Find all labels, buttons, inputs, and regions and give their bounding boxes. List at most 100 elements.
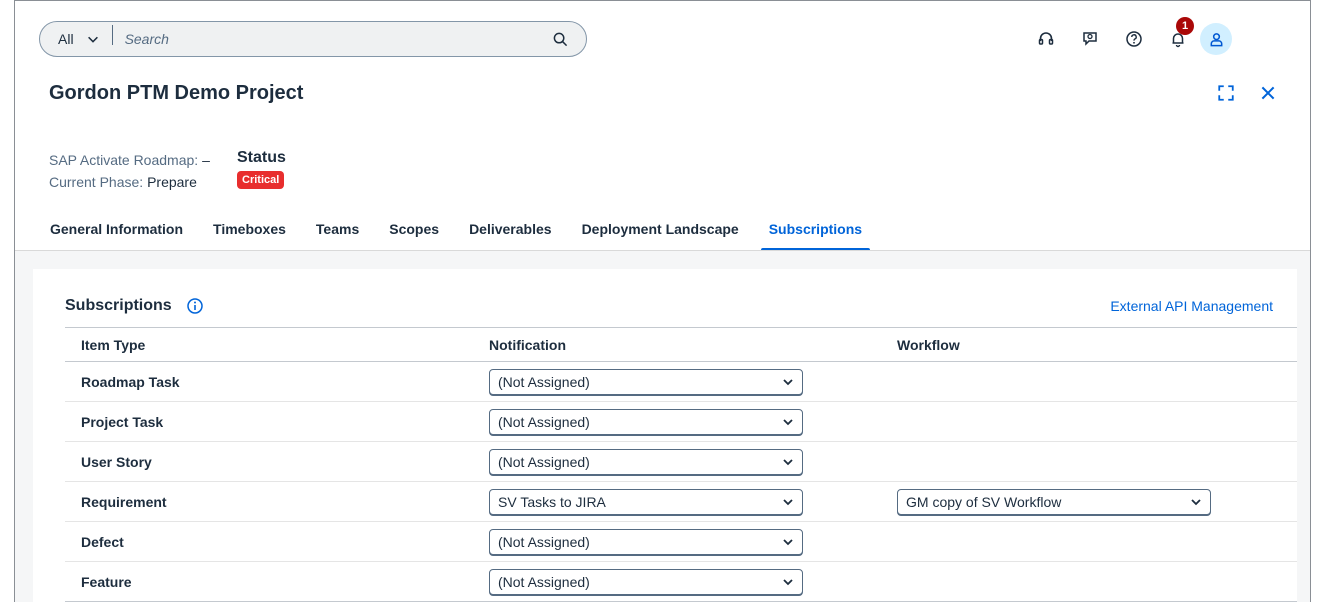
tab-general-information[interactable]: General Information [35, 209, 198, 251]
chevron-down-icon [783, 538, 793, 545]
chevron-down-icon [87, 36, 98, 43]
notification-cell: (Not Assigned) [473, 441, 881, 482]
column-header-item-type: Item Type [65, 327, 473, 362]
tab-deployment-landscape[interactable]: Deployment Landscape [567, 209, 754, 251]
search-scope-label: All [58, 31, 74, 47]
subscriptions-table: Item Type Notification Workflow Roadmap … [65, 327, 1297, 602]
feedback-button[interactable] [1074, 23, 1106, 55]
table-row: Requirement SV Tasks to JIRA GM copy of … [65, 481, 1297, 522]
notification-cell: (Not Assigned) [473, 561, 881, 602]
workflow-value: GM copy of SV Workflow [906, 493, 1062, 510]
tab-scopes[interactable]: Scopes [374, 209, 454, 251]
notifications-button[interactable]: 1 [1162, 17, 1194, 55]
table-row: Roadmap Task (Not Assigned) [65, 361, 1297, 402]
page-title: Gordon PTM Demo Project [49, 82, 304, 104]
notification-value: (Not Assigned) [498, 453, 590, 470]
content-area: Subscriptions External API Management It… [15, 251, 1310, 602]
table-row: Feature (Not Assigned) [65, 561, 1297, 602]
chat-icon [1083, 32, 1097, 46]
search-button[interactable] [540, 22, 580, 56]
notification-select[interactable]: (Not Assigned) [489, 448, 803, 475]
notification-select[interactable]: (Not Assigned) [489, 408, 803, 435]
table-row: User Story (Not Assigned) [65, 441, 1297, 482]
search-scope-select[interactable]: All [58, 31, 100, 47]
roadmap-value: – [202, 152, 210, 168]
table-header-row: Item Type Notification Workflow [65, 327, 1297, 362]
status-badge: Critical [237, 171, 285, 189]
item-type-cell: Requirement [65, 481, 473, 522]
notification-select[interactable]: (Not Assigned) [489, 568, 803, 595]
search-separator [111, 25, 113, 45]
header-attributes: SAP Activate Roadmap: – Current Phase: P… [49, 149, 210, 193]
fullscreen-icon [1218, 85, 1234, 101]
roadmap-attribute: SAP Activate Roadmap: – [49, 149, 210, 171]
notification-cell: SV Tasks to JIRA [473, 481, 881, 522]
workflow-cell [881, 401, 1297, 442]
notification-cell: (Not Assigned) [473, 521, 881, 562]
chevron-down-icon [783, 378, 793, 385]
chevron-down-icon [783, 418, 793, 425]
user-icon [1210, 32, 1222, 46]
subscriptions-title-text: Subscriptions [65, 297, 172, 314]
info-icon[interactable] [186, 297, 204, 315]
notification-value: (Not Assigned) [498, 533, 590, 550]
tab-subscriptions[interactable]: Subscriptions [754, 209, 877, 251]
search-icon [553, 32, 567, 46]
chevron-down-icon [783, 578, 793, 585]
support-button[interactable] [1030, 23, 1062, 55]
notification-select[interactable]: (Not Assigned) [489, 528, 803, 555]
notification-select[interactable]: SV Tasks to JIRA [489, 488, 803, 515]
column-header-workflow: Workflow [881, 327, 1297, 362]
workflow-cell [881, 521, 1297, 562]
headset-icon [1038, 32, 1054, 45]
help-button[interactable] [1118, 23, 1150, 55]
item-type-cell: Roadmap Task [65, 361, 473, 402]
tab-teams[interactable]: Teams [301, 209, 374, 251]
phase-attribute: Current Phase: Prepare [49, 171, 210, 193]
notification-select[interactable]: (Not Assigned) [489, 368, 803, 395]
notification-value: SV Tasks to JIRA [498, 493, 606, 510]
notification-value: (Not Assigned) [498, 373, 590, 390]
phase-value: Prepare [147, 174, 197, 190]
notification-cell: (Not Assigned) [473, 401, 881, 442]
chevron-down-icon [1191, 498, 1201, 505]
chevron-down-icon [783, 458, 793, 465]
workflow-cell [881, 361, 1297, 402]
header-actions [1210, 81, 1284, 105]
help-icon [1126, 31, 1142, 47]
status-label: Status [237, 149, 286, 166]
status-block: Status Critical [237, 149, 286, 189]
notification-value: (Not Assigned) [498, 573, 590, 590]
app-window: All 1 [14, 0, 1311, 602]
subscriptions-panel: Subscriptions External API Management It… [33, 269, 1297, 602]
search-input[interactable] [124, 22, 540, 56]
chevron-down-icon [783, 498, 793, 505]
notification-badge: 1 [1176, 17, 1194, 35]
shell-actions: 1 [1030, 17, 1232, 55]
item-type-cell: Feature [65, 561, 473, 602]
item-type-cell: User Story [65, 441, 473, 482]
tab-deliverables[interactable]: Deliverables [454, 209, 567, 251]
search-bar: All [39, 21, 587, 57]
notification-cell: (Not Assigned) [473, 361, 881, 402]
external-api-management-link[interactable]: External API Management [1110, 298, 1273, 314]
close-button[interactable] [1252, 81, 1284, 105]
workflow-select[interactable]: GM copy of SV Workflow [897, 488, 1211, 515]
user-avatar[interactable] [1200, 23, 1232, 55]
item-type-cell: Project Task [65, 401, 473, 442]
table-row: Defect (Not Assigned) [65, 521, 1297, 562]
workflow-cell [881, 441, 1297, 482]
roadmap-label: SAP Activate Roadmap: [49, 152, 199, 168]
fullscreen-button[interactable] [1210, 81, 1242, 105]
notification-value: (Not Assigned) [498, 413, 590, 430]
table-row: Project Task (Not Assigned) [65, 401, 1297, 442]
column-header-notification: Notification [473, 327, 881, 362]
shell-bar: All 1 [15, 1, 1310, 77]
tab-timeboxes[interactable]: Timeboxes [198, 209, 301, 251]
close-icon [1261, 86, 1275, 100]
phase-label: Current Phase: [49, 174, 144, 190]
item-type-cell: Defect [65, 521, 473, 562]
subscriptions-title: Subscriptions [65, 297, 204, 315]
tab-bar: General Information Timeboxes Teams Scop… [35, 209, 877, 251]
workflow-cell [881, 561, 1297, 602]
